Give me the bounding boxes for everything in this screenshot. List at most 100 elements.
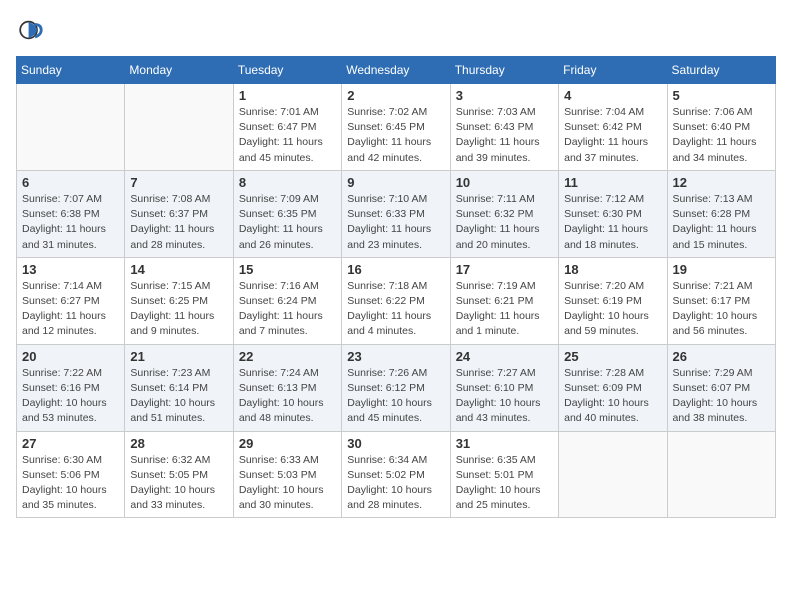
page-header [16,16,776,44]
day-number: 14 [130,262,227,277]
calendar-cell [17,84,125,171]
day-info: Sunrise: 7:07 AMSunset: 6:38 PMDaylight:… [22,192,119,253]
day-info: Sunrise: 6:33 AMSunset: 5:03 PMDaylight:… [239,453,336,514]
day-number: 9 [347,175,444,190]
weekday-header-monday: Monday [125,57,233,84]
day-info: Sunrise: 6:30 AMSunset: 5:06 PMDaylight:… [22,453,119,514]
day-info: Sunrise: 7:16 AMSunset: 6:24 PMDaylight:… [239,279,336,340]
day-info: Sunrise: 7:24 AMSunset: 6:13 PMDaylight:… [239,366,336,427]
day-info: Sunrise: 7:03 AMSunset: 6:43 PMDaylight:… [456,105,553,166]
weekday-header-wednesday: Wednesday [342,57,450,84]
day-info: Sunrise: 7:02 AMSunset: 6:45 PMDaylight:… [347,105,444,166]
calendar-cell: 19Sunrise: 7:21 AMSunset: 6:17 PMDayligh… [667,257,775,344]
day-number: 2 [347,88,444,103]
day-info: Sunrise: 6:32 AMSunset: 5:05 PMDaylight:… [130,453,227,514]
calendar-cell: 20Sunrise: 7:22 AMSunset: 6:16 PMDayligh… [17,344,125,431]
calendar-cell: 18Sunrise: 7:20 AMSunset: 6:19 PMDayligh… [559,257,667,344]
day-info: Sunrise: 7:18 AMSunset: 6:22 PMDaylight:… [347,279,444,340]
day-info: Sunrise: 7:06 AMSunset: 6:40 PMDaylight:… [673,105,770,166]
calendar-cell: 13Sunrise: 7:14 AMSunset: 6:27 PMDayligh… [17,257,125,344]
day-number: 5 [673,88,770,103]
day-number: 6 [22,175,119,190]
day-number: 23 [347,349,444,364]
day-info: Sunrise: 7:20 AMSunset: 6:19 PMDaylight:… [564,279,661,340]
calendar-cell: 29 Sunrise: 6:33 AMSunset: 5:03 PMDayligh… [233,431,341,518]
calendar-cell: 15 Sunrise: 7:16 AMSunset: 6:24 PMDayligh… [233,257,341,344]
logo [16,16,48,44]
calendar-week-row: 1 Sunrise: 7:01 AMSunset: 6:47 PMDaylight… [17,84,776,171]
calendar-cell: 28 Sunrise: 6:32 AMSunset: 5:05 PMDayligh… [125,431,233,518]
calendar-cell: 30 Sunrise: 6:34 AMSunset: 5:02 PMDayligh… [342,431,450,518]
weekday-header-sunday: Sunday [17,57,125,84]
day-number: 28 [130,436,227,451]
day-number: 31 [456,436,553,451]
weekday-header-friday: Friday [559,57,667,84]
day-info: Sunrise: 7:19 AMSunset: 6:21 PMDaylight:… [456,279,553,340]
calendar-cell: 23 Sunrise: 7:26 AMSunset: 6:12 PMDayligh… [342,344,450,431]
day-number: 25 [564,349,661,364]
day-info: Sunrise: 7:08 AMSunset: 6:37 PMDaylight:… [130,192,227,253]
calendar-cell: 22Sunrise: 7:24 AMSunset: 6:13 PMDayligh… [233,344,341,431]
calendar-cell: 17 Sunrise: 7:19 AMSunset: 6:21 PMDayligh… [450,257,558,344]
calendar-cell [559,431,667,518]
day-number: 7 [130,175,227,190]
calendar-cell: 6 Sunrise: 7:07 AMSunset: 6:38 PMDaylight… [17,170,125,257]
weekday-header-row: SundayMondayTuesdayWednesdayThursdayFrid… [17,57,776,84]
day-number: 24 [456,349,553,364]
calendar-cell: 7 Sunrise: 7:08 AMSunset: 6:37 PMDaylight… [125,170,233,257]
calendar-cell [125,84,233,171]
day-number: 8 [239,175,336,190]
day-info: Sunrise: 6:34 AMSunset: 5:02 PMDaylight:… [347,453,444,514]
calendar-cell: 3 Sunrise: 7:03 AMSunset: 6:43 PMDaylight… [450,84,558,171]
day-number: 4 [564,88,661,103]
day-number: 12 [673,175,770,190]
day-number: 16 [347,262,444,277]
day-number: 17 [456,262,553,277]
calendar-week-row: 27 Sunrise: 6:30 AMSunset: 5:06 PMDayligh… [17,431,776,518]
day-info: Sunrise: 7:15 AMSunset: 6:25 PMDaylight:… [130,279,227,340]
calendar-cell: 16 Sunrise: 7:18 AMSunset: 6:22 PMDayligh… [342,257,450,344]
calendar-week-row: 20Sunrise: 7:22 AMSunset: 6:16 PMDayligh… [17,344,776,431]
calendar-cell: 31 Sunrise: 6:35 AMSunset: 5:01 PMDayligh… [450,431,558,518]
day-info: Sunrise: 7:04 AMSunset: 6:42 PMDaylight:… [564,105,661,166]
weekday-header-thursday: Thursday [450,57,558,84]
day-number: 13 [22,262,119,277]
calendar-week-row: 13Sunrise: 7:14 AMSunset: 6:27 PMDayligh… [17,257,776,344]
day-info: Sunrise: 7:10 AMSunset: 6:33 PMDaylight:… [347,192,444,253]
calendar-week-row: 6 Sunrise: 7:07 AMSunset: 6:38 PMDaylight… [17,170,776,257]
calendar-cell [667,431,775,518]
day-info: Sunrise: 6:35 AMSunset: 5:01 PMDaylight:… [456,453,553,514]
calendar-cell: 10Sunrise: 7:11 AMSunset: 6:32 PMDayligh… [450,170,558,257]
calendar-cell: 8Sunrise: 7:09 AMSunset: 6:35 PMDaylight… [233,170,341,257]
day-info: Sunrise: 7:23 AMSunset: 6:14 PMDaylight:… [130,366,227,427]
day-number: 19 [673,262,770,277]
calendar-cell: 14 Sunrise: 7:15 AMSunset: 6:25 PMDayligh… [125,257,233,344]
calendar-cell: 24 Sunrise: 7:27 AMSunset: 6:10 PMDayligh… [450,344,558,431]
weekday-header-saturday: Saturday [667,57,775,84]
day-number: 3 [456,88,553,103]
day-info: Sunrise: 7:26 AMSunset: 6:12 PMDaylight:… [347,366,444,427]
day-number: 11 [564,175,661,190]
day-info: Sunrise: 7:27 AMSunset: 6:10 PMDaylight:… [456,366,553,427]
calendar-cell: 27 Sunrise: 6:30 AMSunset: 5:06 PMDayligh… [17,431,125,518]
day-info: Sunrise: 7:01 AMSunset: 6:47 PMDaylight:… [239,105,336,166]
calendar-cell: 21 Sunrise: 7:23 AMSunset: 6:14 PMDayligh… [125,344,233,431]
day-number: 10 [456,175,553,190]
calendar-cell: 5 Sunrise: 7:06 AMSunset: 6:40 PMDaylight… [667,84,775,171]
calendar-cell: 1 Sunrise: 7:01 AMSunset: 6:47 PMDaylight… [233,84,341,171]
calendar-cell: 11 Sunrise: 7:12 AMSunset: 6:30 PMDayligh… [559,170,667,257]
weekday-header-tuesday: Tuesday [233,57,341,84]
day-info: Sunrise: 7:13 AMSunset: 6:28 PMDaylight:… [673,192,770,253]
day-info: Sunrise: 7:12 AMSunset: 6:30 PMDaylight:… [564,192,661,253]
day-number: 15 [239,262,336,277]
day-number: 27 [22,436,119,451]
day-number: 1 [239,88,336,103]
calendar-cell: 26Sunrise: 7:29 AMSunset: 6:07 PMDayligh… [667,344,775,431]
day-number: 30 [347,436,444,451]
day-number: 21 [130,349,227,364]
day-number: 29 [239,436,336,451]
day-number: 20 [22,349,119,364]
calendar-cell: 25Sunrise: 7:28 AMSunset: 6:09 PMDayligh… [559,344,667,431]
calendar-cell: 2 Sunrise: 7:02 AMSunset: 6:45 PMDaylight… [342,84,450,171]
calendar-cell: 9 Sunrise: 7:10 AMSunset: 6:33 PMDaylight… [342,170,450,257]
